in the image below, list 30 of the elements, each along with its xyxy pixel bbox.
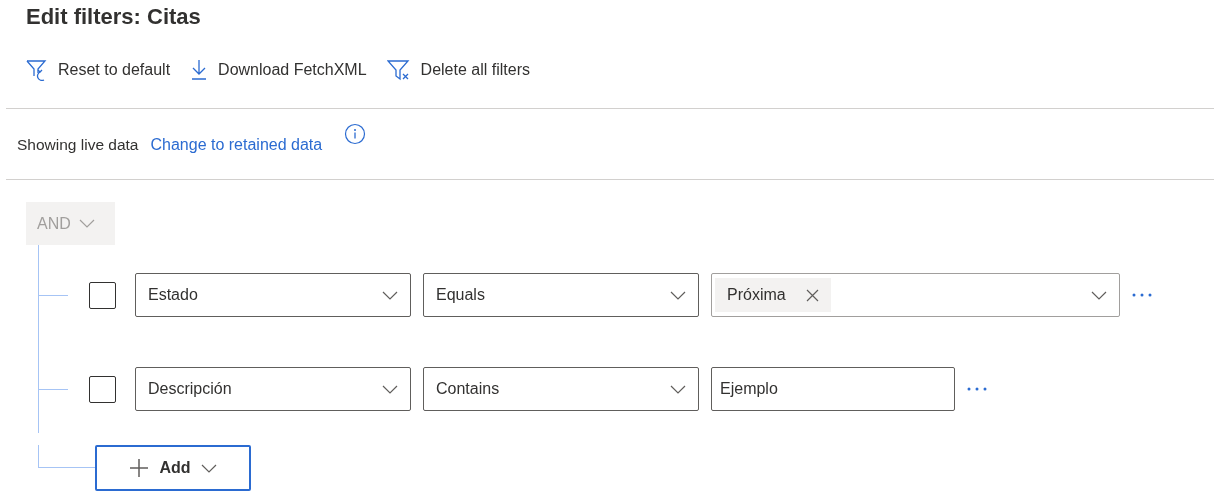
- more-icon[interactable]: [967, 387, 987, 391]
- chevron-down-icon: [200, 463, 217, 473]
- chevron-down-icon: [670, 290, 686, 300]
- toolbar-button[interactable]: Reset to default: [26, 59, 171, 81]
- info-icon[interactable]: [344, 123, 367, 145]
- page-title: Edit filters: Citas: [25, 3, 202, 31]
- plus-icon: [129, 458, 150, 478]
- chevron-down-icon: [382, 290, 398, 300]
- more-icon[interactable]: [1132, 293, 1152, 297]
- funnel-icon: [26, 59, 48, 81]
- field-dropdown[interactable]: Estado: [135, 273, 411, 317]
- add-button[interactable]: Add: [95, 445, 251, 491]
- close-icon[interactable]: [805, 288, 819, 302]
- download-icon: [190, 59, 209, 81]
- row-checkbox[interactable]: [89, 375, 116, 403]
- value-multiselect[interactable]: Próxima: [711, 273, 1120, 317]
- retained-data-link[interactable]: Change to retained data: [150, 136, 323, 154]
- chevron-down-icon: [78, 219, 95, 228]
- operator-dropdown[interactable]: Contains: [423, 367, 699, 411]
- field-dropdown[interactable]: Descripción: [135, 367, 411, 411]
- toolbar-button[interactable]: Delete all filters: [386, 59, 530, 81]
- chevron-down-icon: [382, 384, 398, 394]
- row-checkbox[interactable]: [89, 281, 116, 309]
- value-input[interactable]: Ejemplo: [711, 367, 955, 411]
- chevron-down-icon: [1091, 290, 1107, 300]
- operator-dropdown[interactable]: Equals: [423, 273, 699, 317]
- toolbar-button[interactable]: Download FetchXML: [190, 59, 367, 81]
- status-text: Showing live data: [17, 136, 139, 154]
- funnel-icon: [386, 59, 411, 81]
- chevron-down-icon: [670, 384, 686, 394]
